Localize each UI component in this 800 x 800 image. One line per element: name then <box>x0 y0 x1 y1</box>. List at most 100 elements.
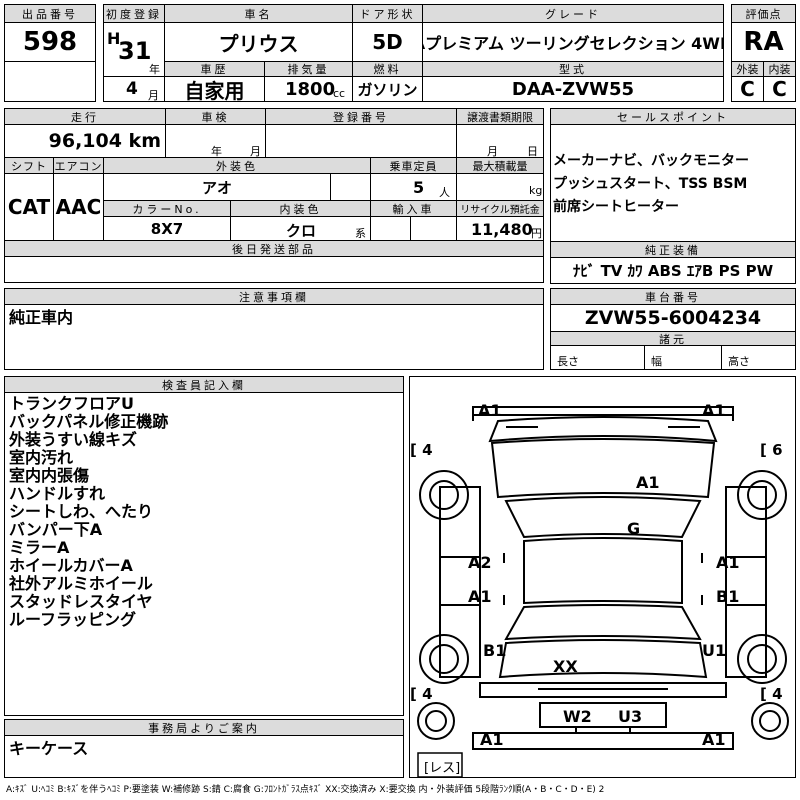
dims-height: 高さ <box>721 345 796 370</box>
width-label: 幅 <box>651 355 662 368</box>
ext-grade-label: 外装 <box>731 61 764 77</box>
equipment: ﾅﾋﾞ TV ｶﾜ ABS ｴｱB PS PW <box>550 257 796 284</box>
tire-front-right: [ 6 <box>760 441 783 459</box>
color-no-label: カラーNo. <box>103 200 231 217</box>
import-2 <box>410 216 457 241</box>
height-label: 高さ <box>728 355 750 368</box>
color-no: 8X7 <box>103 216 231 241</box>
lot-no: 598 <box>4 22 96 62</box>
int-grade-label: 内装 <box>763 61 796 77</box>
int-grade: C <box>763 76 796 102</box>
mark-left-rear-door: A1 <box>468 587 492 606</box>
sales-point-label: セールスポイント <box>550 108 796 125</box>
model: DAA-ZVW55 <box>422 76 724 102</box>
notes-text: 純正車内 <box>9 308 74 327</box>
mileage-label: 走行 <box>4 108 166 125</box>
load: kg <box>456 173 544 201</box>
car-name: プリウス <box>164 22 353 62</box>
inspector-label: 検査員記入欄 <box>4 376 404 393</box>
inspector-line: 室内内張傷 <box>9 466 90 485</box>
mark-left-front-door: A2 <box>468 553 492 572</box>
mileage: 96,104 km <box>4 124 166 158</box>
inspector-line: シートしわ、へたり <box>9 502 154 521</box>
displacement-unit: cc <box>333 87 346 100</box>
mark-right-rear-door: B1 <box>716 587 740 606</box>
reg-year: 31 <box>118 37 152 65</box>
ac: AAC <box>53 173 104 241</box>
capacity-value: 5 <box>413 178 425 197</box>
mark-glass: G <box>627 519 641 538</box>
office-label: 事務局よりご案内 <box>4 719 404 736</box>
color-label: 外装色 <box>103 157 371 174</box>
plate-label: 登録番号 <box>265 108 457 125</box>
mark-roof: A1 <box>636 473 660 492</box>
interior-color-value: クロ <box>286 222 317 240</box>
car-outline <box>417 406 789 777</box>
tire-rear-left: [ 4 <box>410 685 433 703</box>
history-label: 車歴 <box>164 61 265 77</box>
notes: 純正車内 <box>4 304 544 370</box>
mark-right-front-door: A1 <box>716 553 740 572</box>
sales-line-1: メーカーナビ、バックモニター <box>553 153 749 169</box>
load-unit: kg <box>529 184 543 197</box>
door: 5D <box>352 22 423 62</box>
mark-bottom-left: A1 <box>480 730 504 749</box>
tire-front-right-value: 6 <box>772 441 783 459</box>
mark-trunk: XX <box>553 657 578 676</box>
office-text: キーケース <box>9 739 89 758</box>
lot-no-label: 出品番号 <box>4 4 96 23</box>
damage-diagram: A1 A1 A1 G A2 A1 A1 B1 B1 U1 XX W2 U3 A1… <box>409 376 796 778</box>
tire-rear-left-value: 4 <box>422 685 433 703</box>
load-label: 最大積載量 <box>456 157 544 174</box>
tire-front-left: [ 4 <box>410 441 433 459</box>
inspector-line: ハンドルすれ <box>9 484 106 503</box>
recycle-label: リサイクル預託金 <box>456 200 544 217</box>
mark-rear-right: U3 <box>618 707 643 726</box>
inspector-line: 外装うすい線キズ <box>9 430 138 449</box>
inspection-label: 車検 <box>165 108 266 125</box>
inspector-notes: トランクフロアU バックパネル修正機跡 外装うすい線キズ 室内汚れ 室内内張傷 … <box>4 392 404 716</box>
notes-label: 注意事項欄 <box>4 288 544 305</box>
import-label: 輸入車 <box>370 200 457 217</box>
legend: A:ｷｽﾞ U:ﾍｺﾐ B:ｷｽﾞを伴うﾍｺﾐ P:要塗装 W:補修跡 S:錆 … <box>6 785 605 795</box>
ext-grade: C <box>731 76 764 102</box>
door-label: ドア形状 <box>352 4 423 23</box>
mark-top-left: A1 <box>478 401 502 420</box>
displacement-cell: 1800 cc <box>264 76 353 102</box>
inspector-line: ルーフラッピング <box>9 610 137 629</box>
first-reg-year: H 31 年 <box>103 22 165 77</box>
lot-no-blank <box>4 61 96 102</box>
import <box>370 216 411 241</box>
inspector-line: ミラーA <box>9 538 70 557</box>
inspector-line: トランクフロアU <box>9 394 134 413</box>
spare-tire: [レス] <box>424 761 461 776</box>
mark-left-quarter: B1 <box>483 641 507 660</box>
recycle: 11,480 円 <box>456 216 544 241</box>
dims-label: 諸元 <box>550 331 796 346</box>
transfer-label: 譲渡書類期限 <box>456 108 544 125</box>
dims-length: 長さ <box>550 345 645 370</box>
year-unit: 年 <box>149 63 160 76</box>
mark-bottom-right: A1 <box>702 730 726 749</box>
shift-label: シフト <box>4 157 54 174</box>
inspector-line: 社外アルミホイール <box>9 574 153 593</box>
mark-right-quarter: U1 <box>702 641 727 660</box>
capacity: 5 人 <box>370 173 457 201</box>
plate <box>265 124 457 158</box>
capacity-label: 乗車定員 <box>370 157 457 174</box>
inspector-line: ホイールカバーA <box>9 556 133 575</box>
chassis-number: ZVW55-6004234 <box>550 304 796 332</box>
displacement-label: 排気量 <box>264 61 353 77</box>
color-extra <box>330 173 371 201</box>
fuel: ガソリン <box>352 76 423 102</box>
recycle-value: 11,480 <box>471 220 533 239</box>
history: 自家用 <box>164 76 265 102</box>
mark-top-right: A1 <box>702 401 726 420</box>
score-label: 評価点 <box>731 4 796 23</box>
inspector-line: バックパネル修正機跡 <box>9 412 169 431</box>
sales-line-3: 前席シートヒーター <box>553 199 679 215</box>
dims-width: 幅 <box>644 345 722 370</box>
tire-rear-right: [ 4 <box>760 685 783 703</box>
length-label: 長さ <box>557 355 579 368</box>
office-notes: キーケース <box>4 735 404 778</box>
